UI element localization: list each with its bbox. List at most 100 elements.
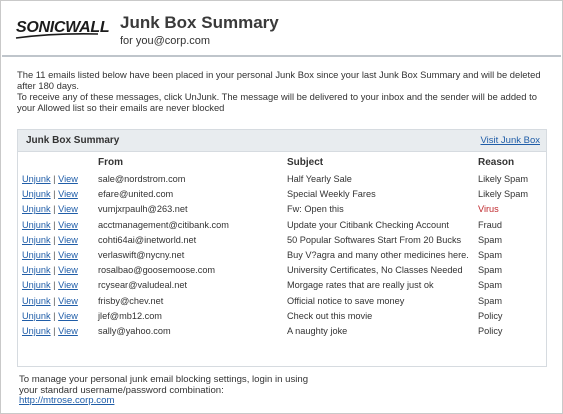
sender-cell: cohti64ai@inetworld.net <box>98 234 197 245</box>
view-link[interactable]: View <box>58 311 78 321</box>
row-actions: Unjunk | View <box>22 218 78 233</box>
view-link[interactable]: View <box>58 204 78 214</box>
message-list: Unjunk | View sale@nordstrom.com Half Year… <box>18 172 546 339</box>
sender-cell: efare@united.com <box>98 189 174 200</box>
action-separator: | <box>53 174 56 184</box>
action-separator: | <box>53 265 56 276</box>
table-row: Unjunk | View sally@yahoo.com A naughty jo… <box>18 324 546 339</box>
table-row: Unjunk | View rcysear@valudeal.net Morgage… <box>18 278 546 293</box>
row-actions: Unjunk | View <box>22 172 78 187</box>
intro-line-1: The 11 emails listed below have been pla… <box>17 69 541 91</box>
action-separator: | <box>53 325 56 336</box>
column-header-subject: Subject <box>287 157 324 168</box>
row-actions: Unjunk | View <box>22 278 78 293</box>
reason-cell: Policy <box>478 325 503 336</box>
unjunk-link[interactable]: Unjunk <box>22 265 51 275</box>
unjunk-link[interactable]: Unjunk <box>22 235 51 245</box>
visit-junk-box-link[interactable]: Visit Junk Box <box>481 135 541 146</box>
action-separator: | <box>53 310 56 321</box>
sender-cell: jlef@mb12.com <box>98 310 162 321</box>
reason-cell: Likely Spam <box>478 174 529 184</box>
sender-cell: vumjxrpaulh@263.net <box>98 204 188 215</box>
row-actions: Unjunk | View <box>22 263 78 278</box>
sender-cell: sally@yahoo.com <box>98 325 171 336</box>
junk-box-summary-email: SONICWALL Junk Box Summary for you@corp.… <box>0 0 563 414</box>
table-row: Unjunk | View jlef@mb12.com Check out this… <box>18 309 546 324</box>
action-separator: | <box>53 219 56 230</box>
row-actions: Unjunk | View <box>22 294 78 309</box>
reason-cell: Likely Spam <box>478 189 529 200</box>
action-separator: | <box>53 189 56 200</box>
unjunk-link[interactable]: Unjunk <box>22 174 51 184</box>
view-link[interactable]: View <box>58 235 78 245</box>
view-link[interactable]: View <box>58 250 78 260</box>
unjunk-link[interactable]: Unjunk <box>22 311 51 321</box>
panel-title: Junk Box Summary <box>26 135 120 146</box>
view-link[interactable]: View <box>58 174 78 184</box>
intro-text: The 11 emails listed below have been pla… <box>17 69 557 113</box>
page-title: Junk Box Summary <box>120 13 279 32</box>
action-separator: | <box>53 295 56 306</box>
table-row: Unjunk | View verlaswift@nycny.net Buy V?a… <box>18 248 546 263</box>
subject-cell: Morgage rates that are really just ok <box>287 280 434 291</box>
subject-cell: University Certificates, No Classes Need… <box>287 265 463 276</box>
column-header-reason: Reason <box>478 157 515 168</box>
view-link[interactable]: View <box>58 326 78 336</box>
footer-text: To manage your personal junk email block… <box>19 374 549 407</box>
row-actions: Unjunk | View <box>22 309 78 324</box>
row-actions: Unjunk | View <box>22 233 78 248</box>
sender-cell: rosalbao@goosemoose.com <box>98 265 216 276</box>
reason-cell: Fraud <box>478 219 503 230</box>
subject-cell: Update your Citibank Checking Account <box>287 219 449 230</box>
logo-swoosh-icon <box>15 33 99 39</box>
reason-cell: Spam <box>478 295 503 306</box>
unjunk-link[interactable]: Unjunk <box>22 189 51 199</box>
subject-cell: Half Yearly Sale <box>287 174 352 184</box>
view-link[interactable]: View <box>58 265 78 275</box>
table-row: Unjunk | View cohti64ai@inetworld.net 50 P… <box>18 233 546 248</box>
unjunk-link[interactable]: Unjunk <box>22 296 51 306</box>
subject-cell: 50 Popular Softwares Start From 20 Bucks <box>287 234 462 245</box>
unjunk-link[interactable]: Unjunk <box>22 326 51 336</box>
row-actions: Unjunk | View <box>22 202 78 217</box>
table-row: Unjunk | View sale@nordstrom.com Half Year… <box>18 172 546 187</box>
table-row: Unjunk | View vumjxrpaulh@263.net Fw: Open… <box>18 202 546 217</box>
reason-cell: Spam <box>478 249 503 260</box>
subject-cell: Check out this movie <box>287 310 373 321</box>
unjunk-link[interactable]: Unjunk <box>22 280 51 290</box>
column-header-from: From <box>98 157 123 168</box>
sender-cell: frisby@chev.net <box>98 295 164 306</box>
subject-cell: Official notice to save money <box>287 295 405 306</box>
subject-cell: Fw: Open this <box>287 204 344 215</box>
view-link[interactable]: View <box>58 220 78 230</box>
view-link[interactable]: View <box>58 296 78 306</box>
unjunk-link[interactable]: Unjunk <box>22 250 51 260</box>
unjunk-link[interactable]: Unjunk <box>22 204 51 214</box>
reason-cell: Spam <box>478 265 503 276</box>
reason-cell: Spam <box>478 234 503 245</box>
email-header: SONICWALL Junk Box Summary for you@corp.… <box>2 2 561 54</box>
header-divider <box>2 55 561 57</box>
table-row: Unjunk | View rosalbao@goosemoose.com Univ… <box>18 263 546 278</box>
row-actions: Unjunk | View <box>22 248 78 263</box>
reason-cell: Policy <box>478 310 503 321</box>
footer-line-1: To manage your personal junk email block… <box>19 374 309 385</box>
action-separator: | <box>53 249 56 260</box>
view-link[interactable]: View <box>58 280 78 290</box>
sender-cell: sale@nordstrom.com <box>98 174 186 184</box>
login-url-link[interactable]: http://mtrose.corp.com <box>19 395 114 406</box>
row-actions: Unjunk | View <box>22 324 78 339</box>
view-link[interactable]: View <box>58 189 78 199</box>
unjunk-link[interactable]: Unjunk <box>22 220 51 230</box>
intro-line-2: To receive any of these messages, click … <box>17 91 537 113</box>
subject-cell: Special Weekly Fares <box>287 189 376 200</box>
action-separator: | <box>53 204 56 215</box>
subject-cell: Buy V?agra and many other medicines here… <box>287 249 469 260</box>
reason-cell: Spam <box>478 280 503 291</box>
sender-cell: verlaswift@nycny.net <box>98 249 185 260</box>
table-row: Unjunk | View frisby@chev.net Official not… <box>18 294 546 309</box>
action-separator: | <box>53 234 56 245</box>
action-separator: | <box>53 280 56 291</box>
table-row: Unjunk | View efare@united.com Special Wee… <box>18 187 546 202</box>
junk-box-panel: Junk Box Summary Visit Junk Box From Sub… <box>17 129 547 367</box>
